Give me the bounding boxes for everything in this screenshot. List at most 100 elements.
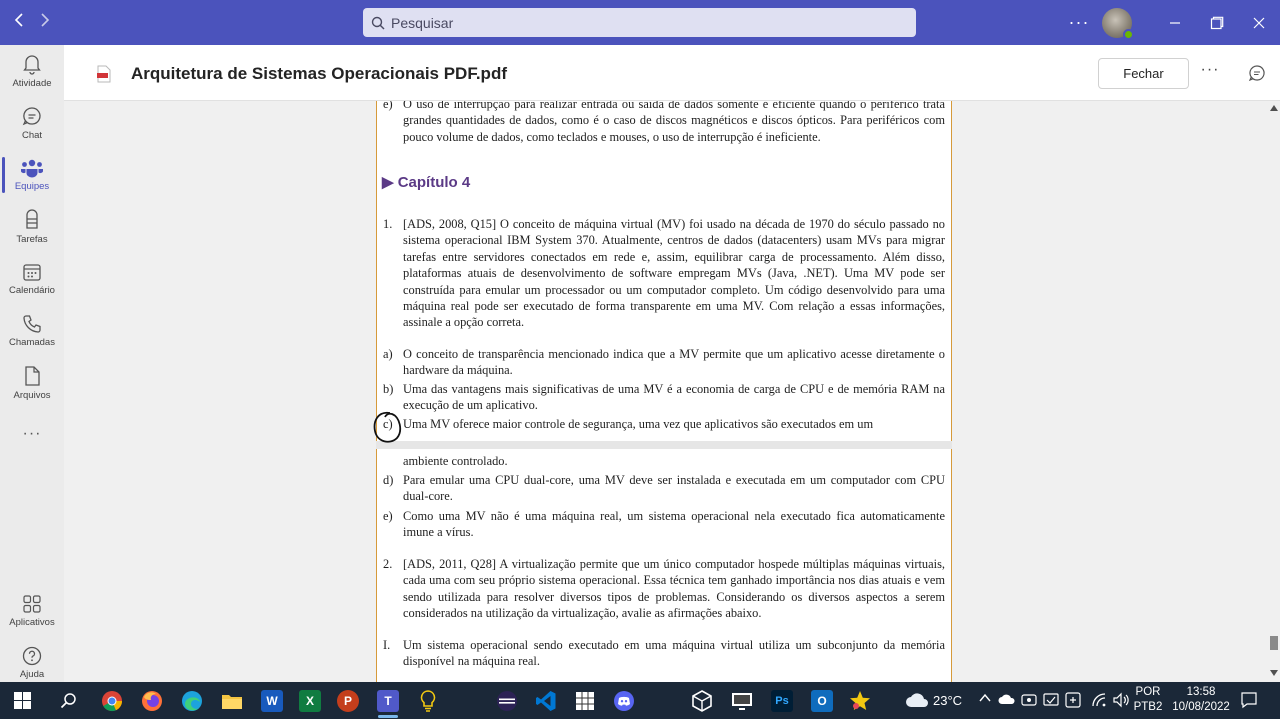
statement-item: I. Um sistema operacional sendo executad… — [383, 637, 945, 670]
rail-item-tasks[interactable]: Tarefas — [0, 201, 64, 253]
teams-icon — [21, 159, 43, 178]
question-number: 1. — [383, 217, 393, 231]
file-icon — [25, 366, 40, 386]
option-marker: a) — [383, 347, 393, 361]
weather-temperature[interactable]: 23°C — [933, 693, 962, 708]
answer-option: b) Uma das vantagens mais significativas… — [383, 381, 945, 414]
avatar[interactable] — [1102, 7, 1134, 40]
starred-app-icon[interactable] — [840, 682, 880, 719]
volume-icon[interactable] — [1112, 692, 1130, 711]
rail-item-apps[interactable]: Aplicativos — [0, 585, 64, 637]
option-marker: e) — [383, 509, 393, 523]
search-input[interactable]: Pesquisar — [363, 8, 916, 37]
rail-item-chat[interactable]: Chat — [0, 97, 64, 149]
phone-icon — [23, 315, 41, 333]
meet-now-icon[interactable] — [1021, 692, 1037, 711]
option-text: Como uma MV não é uma máquina real, um s… — [403, 509, 945, 540]
taskbar-search-icon[interactable] — [48, 682, 88, 719]
minimize-button[interactable] — [1154, 0, 1196, 45]
word-icon[interactable]: W — [252, 682, 292, 719]
presence-available-icon — [1123, 28, 1134, 40]
close-document-button[interactable]: Fechar — [1098, 58, 1189, 89]
language-indicator[interactable]: POR PTB2 — [1133, 685, 1163, 715]
chat-icon — [22, 107, 41, 126]
search-placeholder: Pesquisar — [391, 14, 454, 31]
windows-taskbar: W X P T Ps O 23°C POR PTB2 13:58 10/08/2… — [0, 682, 1280, 719]
option-text: Para emular uma CPU dual-core, uma MV de… — [403, 473, 945, 504]
rail-item-label: Atividade — [12, 78, 52, 89]
virtualbox-icon[interactable] — [682, 682, 722, 719]
discord-icon[interactable] — [604, 682, 644, 719]
windows-start-icon[interactable] — [2, 682, 42, 719]
app-tray-icon[interactable] — [1065, 692, 1081, 711]
search-icon — [371, 16, 385, 30]
firefox-icon[interactable] — [132, 682, 172, 719]
onedrive-icon[interactable] — [998, 693, 1016, 708]
rail-item-calendar[interactable]: Calendário — [0, 253, 64, 305]
rail-item-files[interactable]: Arquivos — [0, 357, 64, 409]
question-text: [ADS, 2011, Q28] A virtualização permite… — [403, 557, 945, 621]
rail-item-teams[interactable]: Equipes — [0, 149, 64, 201]
document-more-button[interactable]: ··· — [1199, 61, 1221, 79]
question-1: 1. [ADS, 2008, Q15] O conceito de máquin… — [383, 216, 945, 331]
scroll-up-arrow-icon[interactable] — [1270, 105, 1278, 111]
chrome-icon[interactable] — [92, 682, 132, 719]
rail-item-label: Calendário — [9, 285, 55, 296]
clock[interactable]: 13:58 10/08/2022 — [1168, 685, 1234, 715]
app-rail: Atividade Chat Equipes Tarefas Calendári… — [0, 45, 64, 682]
scroll-down-arrow-icon[interactable] — [1270, 670, 1278, 676]
answer-option: d) Para emular uma CPU dual-core, uma MV… — [383, 472, 945, 505]
vscode-icon[interactable] — [526, 682, 566, 719]
app-grid-icon[interactable] — [565, 682, 605, 719]
answer-option: c) Uma MV oferece maior controle de segu… — [383, 416, 945, 432]
notifications-icon[interactable] — [1240, 691, 1258, 712]
scroll-thumb[interactable] — [1270, 636, 1278, 650]
security-icon[interactable] — [1043, 692, 1059, 711]
edge-icon[interactable] — [172, 682, 212, 719]
excel-icon[interactable]: X — [290, 682, 330, 719]
close-window-button[interactable] — [1238, 0, 1280, 45]
weather-cloud-icon[interactable] — [905, 691, 929, 712]
apps-icon — [23, 595, 41, 613]
conversation-icon[interactable] — [1248, 64, 1266, 87]
forward-arrow-icon[interactable] — [32, 11, 58, 32]
vertical-scrollbar[interactable] — [1267, 101, 1280, 682]
teams-taskbar-icon[interactable]: T — [368, 682, 408, 719]
powerpoint-icon[interactable]: P — [328, 682, 368, 719]
rail-item-label: Chat — [21, 130, 43, 141]
option-marker: e) — [383, 101, 393, 111]
back-arrow-icon[interactable] — [6, 11, 32, 32]
eclipse-icon[interactable] — [487, 682, 527, 719]
page-gap — [376, 441, 952, 449]
more-apps-button[interactable]: ··· — [0, 425, 64, 443]
rail-item-label: Chamadas — [9, 337, 55, 348]
statement-text: Um sistema operacional sendo executado e… — [403, 638, 945, 669]
option-text: Uma das vantagens mais significativas de… — [403, 382, 945, 413]
chevron-up-icon[interactable] — [978, 691, 992, 708]
statement-marker: I. — [383, 638, 391, 652]
answer-option: e) O uso de interrupção para realizar en… — [383, 101, 945, 145]
file-explorer-icon[interactable] — [212, 682, 252, 719]
document-header: Arquitetura de Sistemas Operacionais PDF… — [64, 45, 1280, 101]
option-text: Uma MV oferece maior controle de seguran… — [403, 417, 874, 431]
wifi-icon[interactable] — [1090, 692, 1108, 711]
display-icon[interactable] — [722, 682, 762, 719]
photoshop-icon[interactable]: Ps — [762, 682, 802, 719]
document-title: Arquitetura de Sistemas Operacionais PDF… — [131, 64, 507, 83]
option-text: O conceito de transparência mencionado i… — [403, 347, 945, 378]
question-2: 2. [ADS, 2011, Q28] A virtualização perm… — [383, 556, 945, 622]
pdf-viewer[interactable]: e) O uso de interrupção para realizar en… — [64, 101, 1267, 682]
help-icon — [22, 646, 42, 666]
rail-item-calls[interactable]: Chamadas — [0, 305, 64, 357]
pdf-file-icon — [96, 65, 112, 88]
settings-more-button[interactable]: ··· — [1064, 12, 1094, 33]
outlook-icon[interactable]: O — [802, 682, 842, 719]
maximize-button[interactable] — [1196, 0, 1238, 45]
rail-item-activity[interactable]: Atividade — [0, 45, 64, 97]
rail-item-label: Arquivos — [13, 390, 51, 401]
keyboard-layout: PTB2 — [1133, 701, 1163, 713]
pdf-page: ambiente controlado. d) Para emular uma … — [376, 449, 952, 682]
bell-icon — [23, 55, 41, 75]
nav-arrows — [6, 11, 58, 32]
lightbulb-icon[interactable] — [408, 682, 448, 719]
